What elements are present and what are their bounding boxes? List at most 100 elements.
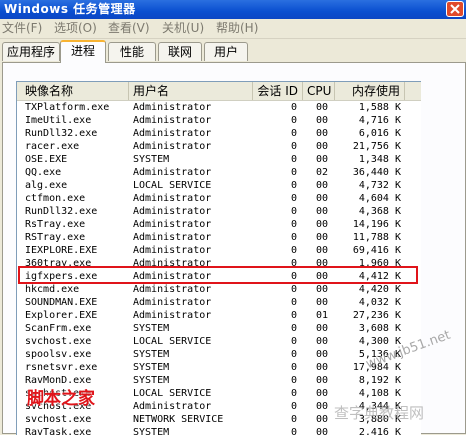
process-memory: 4,604 K xyxy=(358,193,401,204)
process-user: NETWORK SERVICE xyxy=(133,414,224,425)
process-session: 0 xyxy=(290,336,297,347)
process-user: Administrator xyxy=(133,115,212,126)
process-list[interactable]: 映像名称 用户名 会话 ID CPU 内存使用 TXPlatform.exe Ad… xyxy=(16,81,421,435)
column-header-cpu[interactable]: CPU xyxy=(303,82,335,100)
process-cpu: 00 xyxy=(315,180,328,191)
table-row[interactable]: OSE.EXE SYSTEM 0 00 1,348 K xyxy=(17,153,421,166)
tab-users[interactable]: 用户 xyxy=(204,42,248,61)
menu-shutdown[interactable]: 关机(U) xyxy=(162,19,204,38)
process-session: 0 xyxy=(290,141,297,152)
tab-strip: 应用程序 进程 性能 联网 用户 xyxy=(0,38,466,63)
process-name: spoolsv.exe xyxy=(25,349,92,360)
table-row[interactable]: TXPlatform.exe Administrator 0 00 1,588 K xyxy=(17,101,421,114)
process-session: 0 xyxy=(290,102,297,113)
close-button[interactable] xyxy=(446,1,464,17)
process-session: 0 xyxy=(290,388,297,399)
table-row[interactable]: ImeUtil.exe Administrator 0 00 4,716 K xyxy=(17,114,421,127)
process-memory: 69,416 K xyxy=(352,245,401,256)
process-session: 0 xyxy=(290,349,297,360)
tab-networking[interactable]: 联网 xyxy=(158,42,202,61)
process-user: LOCAL SERVICE xyxy=(133,180,212,191)
process-name: ScanFrm.exe xyxy=(25,323,92,334)
process-user: Administrator xyxy=(133,310,212,321)
process-cpu: 00 xyxy=(315,349,328,360)
table-row[interactable]: hkcmd.exe Administrator 0 00 4,420 K xyxy=(17,283,421,296)
table-row[interactable]: ctfmon.exe Administrator 0 00 4,604 K xyxy=(17,192,421,205)
process-cpu: 00 xyxy=(315,414,328,425)
process-user: Administrator xyxy=(133,167,212,178)
tab-performance[interactable]: 性能 xyxy=(108,42,156,61)
process-user: SYSTEM xyxy=(133,323,170,334)
process-cpu: 00 xyxy=(315,323,328,334)
process-cpu: 00 xyxy=(315,219,328,230)
menu-help[interactable]: 帮助(H) xyxy=(216,19,258,38)
process-memory: 1,588 K xyxy=(358,102,401,113)
process-cpu: 00 xyxy=(315,115,328,126)
table-row[interactable]: RsTray.exe Administrator 0 00 14,196 K xyxy=(17,218,421,231)
process-memory: 4,108 K xyxy=(358,388,401,399)
process-session: 0 xyxy=(290,245,297,256)
process-session: 0 xyxy=(290,362,297,373)
table-row[interactable]: RunDll32.exe Administrator 0 00 4,368 K xyxy=(17,205,421,218)
table-row[interactable]: Explorer.EXE Administrator 0 01 27,236 K xyxy=(17,309,421,322)
title-bar: Windows 任务管理器 xyxy=(0,0,466,19)
column-header-session[interactable]: 会话 ID xyxy=(253,82,303,100)
table-row[interactable]: SOUNDMAN.EXE Administrator 0 00 4,032 K xyxy=(17,296,421,309)
process-session: 0 xyxy=(290,154,297,165)
process-cpu: 00 xyxy=(315,193,328,204)
process-memory: 11,788 K xyxy=(352,232,401,243)
process-user: Administrator xyxy=(133,206,212,217)
process-cpu: 00 xyxy=(315,102,328,113)
process-memory: 4,368 K xyxy=(358,206,401,217)
table-row[interactable]: ScanFrm.exe SYSTEM 0 00 3,608 K xyxy=(17,322,421,335)
process-cpu: 00 xyxy=(315,141,328,152)
process-name: svchost.exe xyxy=(25,414,92,425)
table-row[interactable]: RunDll32.exe Administrator 0 00 6,016 K xyxy=(17,127,421,140)
tab-processes[interactable]: 进程 xyxy=(60,40,106,63)
process-session: 0 xyxy=(290,375,297,386)
table-row[interactable]: rsnetsvr.exe SYSTEM 0 00 17,984 K xyxy=(17,361,421,374)
process-cpu: 00 xyxy=(315,375,328,386)
process-session: 0 xyxy=(290,167,297,178)
table-row[interactable]: QQ.exe Administrator 0 02 36,440 K xyxy=(17,166,421,179)
process-name: QQ.exe xyxy=(25,167,62,178)
watermark-left: 脚本之家 xyxy=(27,389,95,409)
process-name: hkcmd.exe xyxy=(25,284,80,295)
process-user: Administrator xyxy=(133,219,212,230)
tab-applications[interactable]: 应用程序 xyxy=(2,42,60,61)
process-session: 0 xyxy=(290,310,297,321)
process-session: 0 xyxy=(290,219,297,230)
process-memory: 4,732 K xyxy=(358,180,401,191)
column-header-memory[interactable]: 内存使用 xyxy=(335,82,405,100)
process-memory: 21,756 K xyxy=(352,141,401,152)
process-session: 0 xyxy=(290,323,297,334)
menu-options[interactable]: 选项(O) xyxy=(54,19,97,38)
close-icon xyxy=(450,4,460,14)
table-row[interactable]: spoolsv.exe SYSTEM 0 00 5,136 K xyxy=(17,348,421,361)
column-header-name[interactable]: 映像名称 xyxy=(17,82,129,100)
table-row[interactable]: IEXPLORE.EXE Administrator 0 00 69,416 K xyxy=(17,244,421,257)
process-name: ctfmon.exe xyxy=(25,193,86,204)
process-memory: 4,032 K xyxy=(358,297,401,308)
table-row[interactable]: svchost.exe LOCAL SERVICE 0 00 4,300 K xyxy=(17,335,421,348)
process-session: 0 xyxy=(290,128,297,139)
process-memory: 4,300 K xyxy=(358,336,401,347)
process-session: 0 xyxy=(290,414,297,425)
process-session: 0 xyxy=(290,284,297,295)
process-cpu: 00 xyxy=(315,232,328,243)
process-user: Administrator xyxy=(133,141,212,152)
process-name: Explorer.EXE xyxy=(25,310,98,321)
table-row[interactable]: alg.exe LOCAL SERVICE 0 00 4,732 K xyxy=(17,179,421,192)
column-header-user[interactable]: 用户名 xyxy=(129,82,253,100)
process-name: racer.exe xyxy=(25,141,80,152)
process-user: Administrator xyxy=(133,401,212,412)
process-name: alg.exe xyxy=(25,180,68,191)
process-session: 0 xyxy=(290,115,297,126)
process-cpu: 00 xyxy=(315,128,328,139)
process-name: RSTray.exe xyxy=(25,232,86,243)
table-row[interactable]: RSTray.exe Administrator 0 00 11,788 K xyxy=(17,231,421,244)
table-row[interactable]: racer.exe Administrator 0 00 21,756 K xyxy=(17,140,421,153)
menu-view[interactable]: 查看(V) xyxy=(108,19,150,38)
menu-file[interactable]: 文件(F) xyxy=(2,19,42,38)
process-user: Administrator xyxy=(133,284,212,295)
